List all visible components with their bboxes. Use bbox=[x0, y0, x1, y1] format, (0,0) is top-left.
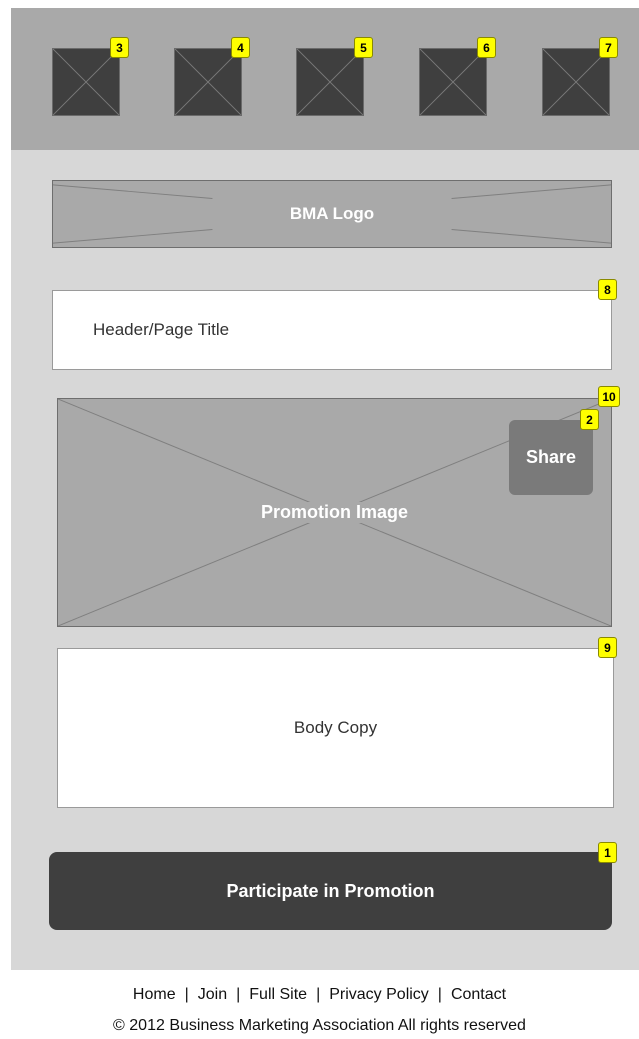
footer-link-contact[interactable]: Contact bbox=[451, 986, 506, 1004]
footer-link-full-site[interactable]: Full Site bbox=[249, 986, 307, 1004]
annotation-badge: 5 bbox=[354, 37, 373, 58]
promotion-image-label: Promotion Image bbox=[250, 502, 418, 523]
nav-image-placeholder-icon[interactable] bbox=[174, 48, 242, 116]
annotation-badge: 2 bbox=[580, 409, 599, 430]
annotation-badge: 3 bbox=[110, 37, 129, 58]
participate-button[interactable]: Participate in Promotion bbox=[49, 852, 612, 930]
body-copy: Body Copy bbox=[57, 648, 614, 808]
footer-separator: | bbox=[437, 986, 442, 1003]
page-title: Header/Page Title bbox=[52, 290, 612, 370]
annotation-badge: 4 bbox=[231, 37, 250, 58]
copyright-text: © 2012 Business Marketing Association Al… bbox=[113, 1017, 526, 1034]
footer-separator: | bbox=[316, 986, 321, 1003]
annotation-badge: 7 bbox=[599, 37, 618, 58]
logo-label: BMA Logo bbox=[289, 204, 375, 223]
nav-image-placeholder-icon[interactable] bbox=[296, 48, 364, 116]
bma-logo: BMA Logo bbox=[52, 180, 612, 248]
footer-link-privacy-policy[interactable]: Privacy Policy bbox=[329, 986, 429, 1004]
footer-nav: Home | Join | Full Site | Privacy Policy | Conta… bbox=[0, 986, 639, 1004]
footer-separator: | bbox=[184, 986, 189, 1003]
annotation-badge: 8 bbox=[598, 279, 617, 300]
annotation-badge: 10 bbox=[598, 386, 620, 407]
nav-image-placeholder-icon[interactable] bbox=[542, 48, 610, 116]
footer-link-home[interactable]: Home bbox=[133, 986, 176, 1004]
annotation-badge: 9 bbox=[598, 637, 617, 658]
nav-image-placeholder-icon[interactable] bbox=[419, 48, 487, 116]
annotation-badge: 1 bbox=[598, 842, 617, 863]
footer-link-join[interactable]: Join bbox=[198, 986, 227, 1004]
body-copy-text: Body Copy bbox=[293, 718, 378, 737]
nav-image-placeholder-icon[interactable] bbox=[52, 48, 120, 116]
annotation-badge: 6 bbox=[477, 37, 496, 58]
page-title-text: Header/Page Title bbox=[93, 320, 230, 339]
share-button[interactable]: Share bbox=[509, 420, 593, 495]
footer-separator: | bbox=[236, 986, 241, 1003]
